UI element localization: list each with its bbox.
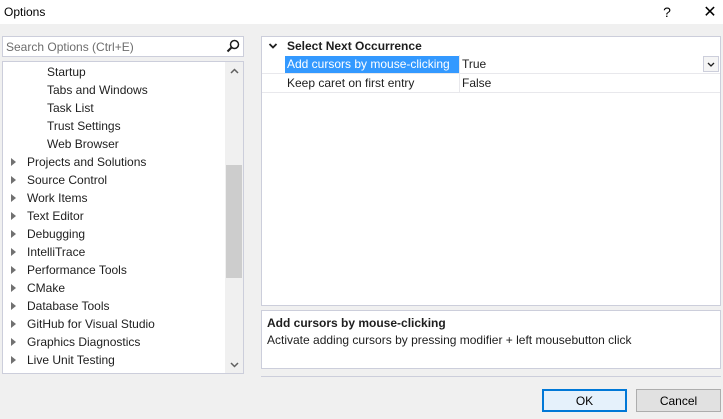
expand-arrow-icon[interactable] bbox=[11, 248, 16, 256]
tree-item-label: Projects and Solutions bbox=[27, 155, 147, 169]
divider bbox=[261, 376, 721, 377]
tree-item-label: Performance Tools bbox=[27, 263, 127, 277]
cancel-button[interactable]: Cancel bbox=[636, 389, 721, 412]
expand-arrow-icon[interactable] bbox=[11, 356, 16, 364]
tree-item[interactable]: Projects and Solutions bbox=[3, 153, 225, 171]
chevron-down-icon bbox=[707, 62, 715, 67]
collapse-chevron-icon[interactable] bbox=[268, 41, 278, 51]
options-tree: Startup Tabs and Windows Task List Trust Se… bbox=[2, 61, 244, 374]
tree-item-label: Debugging bbox=[27, 227, 86, 241]
tree-item[interactable]: Graphics Diagnostics bbox=[3, 333, 225, 351]
search-icon[interactable] bbox=[226, 39, 240, 53]
tree-item[interactable]: Tabs and Windows bbox=[3, 81, 225, 99]
tree-item[interactable]: Live Unit Testing bbox=[3, 351, 225, 369]
scroll-thumb[interactable] bbox=[226, 165, 242, 278]
category-label: Select Next Occurrence bbox=[287, 39, 422, 53]
search-input[interactable] bbox=[3, 37, 221, 56]
help-button[interactable]: ? bbox=[654, 2, 680, 22]
tree-item-label: NuGet Package Manager bbox=[27, 369, 162, 373]
description-text: Activate adding cursors by pressing modi… bbox=[267, 333, 632, 347]
tree-item[interactable]: Debugging bbox=[3, 225, 225, 243]
tree-item[interactable]: Database Tools bbox=[3, 297, 225, 315]
tree-scrollbar[interactable] bbox=[225, 62, 243, 373]
tree-item-label: Web Browser bbox=[47, 137, 119, 151]
tree-item-label: Startup bbox=[47, 65, 86, 79]
description-panel: Add cursors by mouse-clicking Activate a… bbox=[261, 310, 721, 369]
tree-item[interactable]: Text Editor bbox=[3, 207, 225, 225]
scroll-up-button[interactable] bbox=[225, 62, 243, 79]
tree-item-label: Task List bbox=[47, 101, 94, 115]
expand-arrow-icon[interactable] bbox=[11, 266, 16, 274]
tree-item[interactable]: GitHub for Visual Studio bbox=[3, 315, 225, 333]
tree-item-label: GitHub for Visual Studio bbox=[27, 317, 155, 331]
scroll-down-button[interactable] bbox=[225, 356, 243, 373]
expand-arrow-icon[interactable] bbox=[11, 176, 16, 184]
property-row[interactable]: Add cursors by mouse-clicking True bbox=[262, 55, 720, 74]
property-name: Add cursors by mouse-clicking bbox=[285, 56, 459, 73]
property-value[interactable]: False bbox=[462, 76, 491, 91]
title-bar: Options ? ✕ bbox=[0, 0, 723, 24]
chevron-up-icon bbox=[229, 67, 239, 74]
tree-item-label: Text Editor bbox=[27, 209, 84, 223]
tree-item[interactable]: Startup bbox=[3, 63, 225, 81]
tree-item-label: Source Control bbox=[27, 173, 108, 187]
tree-item[interactable]: Web Browser bbox=[3, 135, 225, 153]
tree-item-label: CMake bbox=[27, 281, 66, 295]
tree-item-label: Database Tools bbox=[27, 299, 110, 313]
close-button[interactable]: ✕ bbox=[697, 2, 723, 22]
tree-item-label: Graphics Diagnostics bbox=[27, 335, 141, 349]
expand-arrow-icon[interactable] bbox=[11, 158, 16, 166]
tree-item[interactable]: Trust Settings bbox=[3, 117, 225, 135]
tree-item-label: IntelliTrace bbox=[27, 245, 86, 259]
expand-arrow-icon[interactable] bbox=[11, 320, 16, 328]
property-grid: Select Next Occurrence Add cursors by mo… bbox=[261, 36, 721, 306]
description-title: Add cursors by mouse-clicking bbox=[267, 316, 446, 330]
tree-item-label: Live Unit Testing bbox=[27, 353, 115, 367]
property-value[interactable]: True bbox=[462, 57, 486, 72]
category-header[interactable]: Select Next Occurrence bbox=[262, 37, 720, 55]
chevron-down-icon bbox=[229, 361, 239, 368]
property-row[interactable]: Keep caret on first entry False bbox=[262, 74, 720, 93]
tree-item-label: Trust Settings bbox=[47, 119, 121, 133]
tree-item[interactable]: IntelliTrace bbox=[3, 243, 225, 261]
tree-item-label: Work Items bbox=[27, 191, 88, 205]
tree-item[interactable]: NuGet Package Manager bbox=[3, 369, 225, 373]
tree-item[interactable]: Source Control bbox=[3, 171, 225, 189]
expand-arrow-icon[interactable] bbox=[11, 302, 16, 310]
tree-item[interactable]: Task List bbox=[3, 99, 225, 117]
window-title: Options bbox=[4, 5, 46, 19]
ok-button[interactable]: OK bbox=[542, 389, 627, 412]
tree-item[interactable]: CMake bbox=[3, 279, 225, 297]
expand-arrow-icon[interactable] bbox=[11, 194, 16, 202]
property-name: Keep caret on first entry bbox=[287, 76, 415, 90]
expand-arrow-icon[interactable] bbox=[11, 212, 16, 220]
tree-item-label: Tabs and Windows bbox=[47, 83, 148, 97]
search-box bbox=[2, 36, 244, 57]
value-dropdown-button[interactable] bbox=[703, 56, 719, 72]
tree-item[interactable]: Performance Tools bbox=[3, 261, 225, 279]
tree-item[interactable]: Work Items bbox=[3, 189, 225, 207]
expand-arrow-icon[interactable] bbox=[11, 284, 16, 292]
expand-arrow-icon[interactable] bbox=[11, 230, 16, 238]
expand-arrow-icon[interactable] bbox=[11, 338, 16, 346]
